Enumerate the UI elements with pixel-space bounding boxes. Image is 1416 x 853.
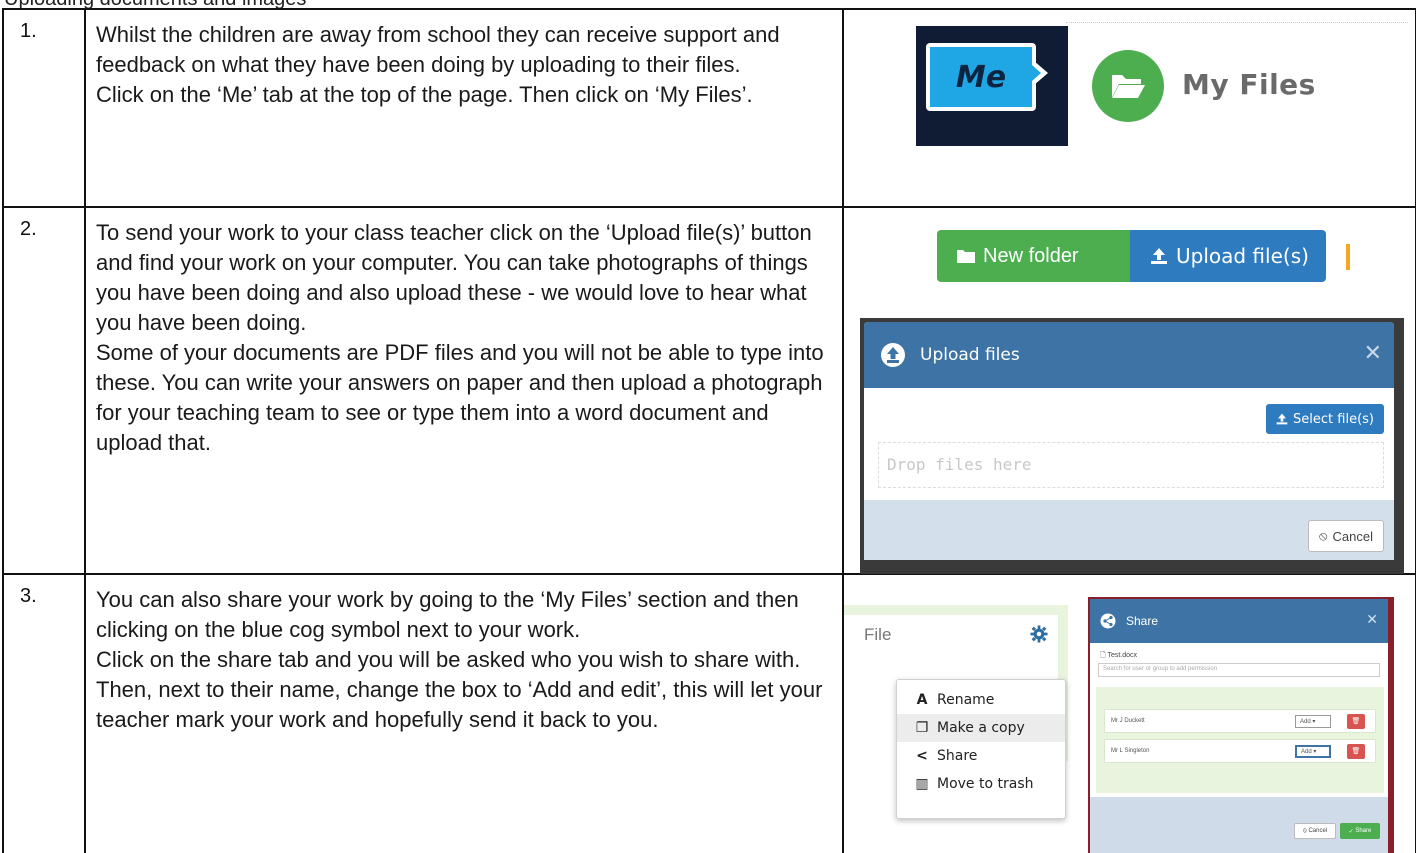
menu-item-make-copy[interactable]: ❐ Make a copy xyxy=(897,714,1065,742)
upload-dialog-footer: ⦸ Cancel xyxy=(864,500,1394,566)
permission-value: Add xyxy=(1300,718,1311,725)
step-paragraph: You can also share your work by going to… xyxy=(96,587,799,642)
share-dialog-body: 🗋 Test.docx Search for user or group to … xyxy=(1090,643,1388,797)
permission-select[interactable]: Add ▾ xyxy=(1295,715,1331,728)
permissions-list: Mr J Duckett Add ▾ 🗑 Mr L Singleton Add … xyxy=(1096,687,1384,793)
trash-icon: ▥ xyxy=(915,776,929,792)
folder-icon xyxy=(957,250,975,263)
cog-svg xyxy=(1030,625,1048,643)
step-paragraph: To send your work to your class teacher … xyxy=(96,220,812,335)
share-filename-text: Test.docx xyxy=(1107,652,1138,659)
share-circle-icon xyxy=(1100,613,1116,629)
share-dialog-title: Share xyxy=(1126,614,1159,628)
screenshot-upload: New folder Upload file(s) Upload files ✕ xyxy=(842,206,1416,575)
folder-open-icon xyxy=(1112,75,1145,98)
step-row: 3. You can also share your work by going… xyxy=(2,573,1416,853)
menu-item-label: Move to trash xyxy=(937,776,1034,792)
permission-value: Add xyxy=(1301,748,1312,755)
instructions-table: 1. Whilst the children are away from sch… xyxy=(2,8,1416,853)
close-icon[interactable]: ✕ xyxy=(1366,611,1378,628)
share-cancel-button[interactable]: ⦸ Cancel xyxy=(1294,823,1336,839)
menu-item-share[interactable]: < Share xyxy=(897,742,1065,770)
cancel-icon: ⦸ xyxy=(1319,528,1328,543)
upload-icon xyxy=(1151,248,1167,264)
upload-dialog: Upload files ✕ Select file(s) Drop files… xyxy=(864,322,1394,566)
step-number: 3. xyxy=(2,573,86,853)
share-dialog: Share ✕ 🗋 Test.docx Search for user or g… xyxy=(1088,597,1394,853)
gear-icon[interactable] xyxy=(1030,625,1048,648)
menu-item-label: Rename xyxy=(937,692,995,708)
share-confirm-button[interactable]: ✓ Share xyxy=(1340,823,1380,839)
upload-files-button[interactable]: Upload file(s) xyxy=(1130,230,1326,282)
my-files-button[interactable] xyxy=(1092,50,1164,122)
divider xyxy=(1066,22,1408,23)
me-tab[interactable]: Me xyxy=(926,43,1048,111)
share-filename: 🗋 Test.docx xyxy=(1100,652,1138,659)
cancel-button[interactable]: ⦸ Cancel xyxy=(1308,520,1384,552)
select-files-button[interactable]: Select file(s) xyxy=(1266,404,1384,434)
cancel-label: Cancel xyxy=(1332,528,1373,544)
my-files-label[interactable]: My Files xyxy=(1182,68,1316,101)
step-number: 2. xyxy=(2,206,86,575)
share-cancel-label: Cancel xyxy=(1308,828,1328,834)
person-name: Mr L Singleton xyxy=(1111,748,1150,754)
permission-select[interactable]: Add ▾ xyxy=(1295,745,1331,758)
upload-files-label: Upload file(s) xyxy=(1176,244,1309,268)
background-table-strip xyxy=(860,560,1404,574)
share-icon: < xyxy=(916,748,928,764)
step-row: 1. Whilst the children are away from sch… xyxy=(2,8,1416,208)
menu-item-move-to-trash[interactable]: ▥ Move to trash xyxy=(897,770,1065,798)
person-name: Mr J Duckett xyxy=(1111,718,1145,724)
share-search-input[interactable]: Search for user or group to add permissi… xyxy=(1098,663,1380,677)
share-confirm-label: Share xyxy=(1355,828,1372,834)
upload-icon xyxy=(1276,413,1288,425)
screenshot-share: File A Rename ❐ Make a copy < Share ▥ Mo… xyxy=(842,573,1416,853)
step-number: 1. xyxy=(2,8,86,208)
step-paragraph: Click on the share tab and you will be a… xyxy=(96,647,823,732)
upload-dialog-title: Upload files xyxy=(920,345,1020,365)
drop-zone[interactable]: Drop files here xyxy=(878,442,1384,488)
file-context-menu: A Rename ❐ Make a copy < Share ▥ Move to… xyxy=(896,679,1066,819)
select-files-label: Select file(s) xyxy=(1293,411,1374,427)
copy-icon: ❐ xyxy=(915,720,929,736)
upload-circle-icon xyxy=(881,343,905,367)
permission-row: Mr J Duckett Add ▾ 🗑 xyxy=(1104,709,1376,733)
cropped-button-edge xyxy=(1346,244,1350,270)
step-row: 2. To send your work to your class teach… xyxy=(2,206,1416,575)
step-paragraph: Whilst the children are away from school… xyxy=(96,22,780,77)
step-text: You can also share your work by going to… xyxy=(84,573,844,853)
close-icon[interactable]: ✕ xyxy=(1364,340,1382,366)
step-text: To send your work to your class teacher … xyxy=(84,206,844,575)
upload-dialog-header: Upload files xyxy=(864,322,1394,388)
delete-permission-button[interactable]: 🗑 xyxy=(1347,744,1365,759)
step-paragraph: Some of your documents are PDF files and… xyxy=(96,340,824,455)
me-panel: Me xyxy=(916,26,1068,146)
new-folder-button[interactable]: New folder xyxy=(937,230,1130,282)
menu-item-rename[interactable]: A Rename xyxy=(897,686,1065,714)
font-icon: A xyxy=(916,692,928,708)
step-paragraph: Click on the ‘Me’ tab at the top of the … xyxy=(96,82,753,107)
step-text: Whilst the children are away from school… xyxy=(84,8,844,208)
share-dialog-header: Share xyxy=(1090,599,1388,643)
delete-permission-button[interactable]: 🗑 xyxy=(1347,714,1365,729)
menu-item-label: Share xyxy=(937,748,978,764)
new-folder-label: New folder xyxy=(983,244,1079,267)
file-column-label: File xyxy=(864,625,892,644)
screenshot-me-myfiles: Me My Files xyxy=(842,8,1416,208)
me-tab-label: Me xyxy=(955,59,1007,95)
permission-row: Mr L Singleton Add ▾ 🗑 xyxy=(1104,739,1376,763)
menu-item-label: Make a copy xyxy=(937,720,1025,736)
